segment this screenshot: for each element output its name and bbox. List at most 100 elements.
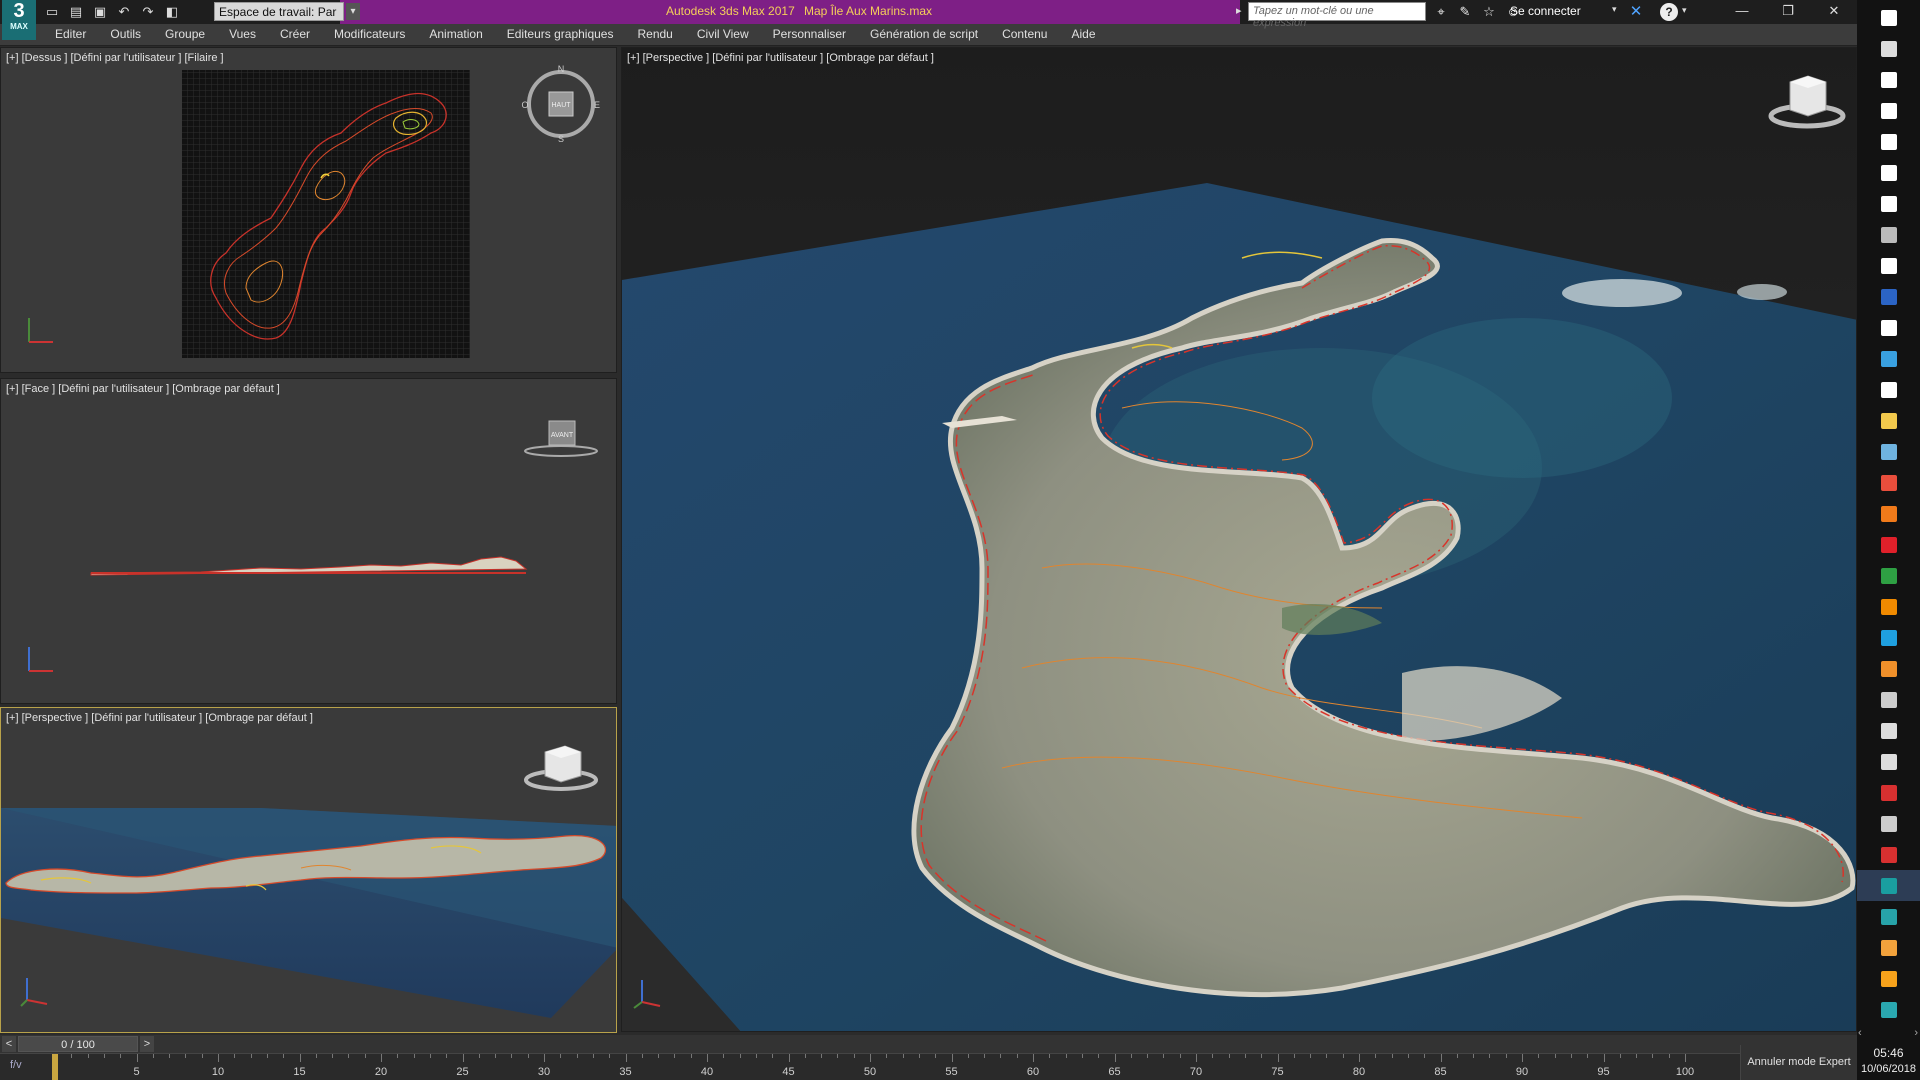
viewport-perspective-small[interactable]: [+] [Perspective ] [Défini par l'utilisa… — [0, 707, 617, 1033]
signin-button[interactable]: Se connecter — [1510, 4, 1581, 18]
menu-item-editer[interactable]: Editer — [55, 27, 86, 41]
taskbar-app[interactable] — [1857, 591, 1920, 622]
track-filter-icon[interactable]: f/v — [10, 1059, 22, 1071]
taskbar-app[interactable] — [1857, 498, 1920, 529]
taskbar-app[interactable] — [1857, 901, 1920, 932]
playhead[interactable] — [52, 1054, 58, 1080]
taskbar-app[interactable] — [1857, 219, 1920, 250]
taskbar-app[interactable] — [1857, 33, 1920, 64]
menu-item-rendu[interactable]: Rendu — [637, 27, 672, 41]
communication-icon[interactable]: ✎ — [1456, 2, 1474, 22]
redo-icon[interactable]: ↷ — [138, 2, 158, 22]
binoculars-icon[interactable]: ⌖ — [1432, 2, 1450, 22]
workspace-select[interactable]: Espace de travail: Par — [214, 2, 344, 21]
taskbar-app[interactable] — [1857, 343, 1920, 374]
taskbar-app[interactable] — [1857, 188, 1920, 219]
scroll-left-icon[interactable]: ‹ — [1858, 1027, 1862, 1043]
viewport-label[interactable]: [+] [Perspective ] [Défini par l'utilisa… — [627, 52, 934, 64]
undo-icon[interactable]: ↶ — [114, 2, 134, 22]
track-bar[interactable]: f/v 051015202530354045505560657075808590… — [0, 1053, 1740, 1080]
track-tick — [1228, 1054, 1230, 1058]
app-menu-button[interactable]: 3 MAX — [2, 0, 36, 40]
taskbar-app[interactable] — [1857, 963, 1920, 994]
taskbar-app[interactable] — [1857, 529, 1920, 560]
taskbar-app[interactable] — [1857, 870, 1920, 901]
time-next-button[interactable]: > — [140, 1036, 154, 1052]
workspace-dropdown-icon[interactable]: ▾ — [346, 3, 360, 20]
track-tick — [1196, 1054, 1197, 1062]
open-file-icon[interactable]: ▤ — [66, 2, 86, 22]
viewport-label[interactable]: [+] [Perspective ] [Défini par l'utilisa… — [6, 712, 313, 724]
viewport-label[interactable]: [+] [Dessus ] [Défini par l'utilisateur … — [6, 52, 224, 64]
taskbar-app[interactable] — [1857, 312, 1920, 343]
taskbar-app[interactable] — [1857, 281, 1920, 312]
track-tick — [609, 1054, 611, 1058]
taskbar-app[interactable] — [1857, 684, 1920, 715]
help-icon[interactable]: ? — [1660, 3, 1678, 21]
search-expand-icon[interactable]: ▸ — [1236, 4, 1242, 17]
taskbar-scroll[interactable]: ‹ › — [1858, 1027, 1918, 1043]
minimize-icon[interactable]: — — [1719, 0, 1765, 24]
close-icon[interactable]: ✕ — [1811, 0, 1857, 24]
front-viewcube-icon[interactable]: AVANT — [521, 417, 601, 467]
taskbar-app[interactable] — [1857, 95, 1920, 126]
menu-item-civil-view[interactable]: Civil View — [697, 27, 749, 41]
taskbar-app[interactable] — [1857, 126, 1920, 157]
taskbar-app[interactable] — [1857, 715, 1920, 746]
cancel-expert-mode-button[interactable]: Annuler mode Expert — [1740, 1045, 1857, 1080]
menu-item-modificateurs[interactable]: Modificateurs — [334, 27, 405, 41]
taskbar-app[interactable] — [1857, 622, 1920, 653]
track-ruler[interactable]: 0510152025303540455055606570758085909510… — [52, 1054, 1735, 1080]
taskbar-app[interactable] — [1857, 746, 1920, 777]
signin-dropdown-icon[interactable]: ▾ — [1612, 4, 1617, 15]
time-slider[interactable]: 0 / 100 — [18, 1036, 138, 1052]
menu-item-g-n-ration-de-script[interactable]: Génération de script — [870, 27, 978, 41]
taskbar-app[interactable] — [1857, 2, 1920, 33]
time-prev-button[interactable]: < — [2, 1036, 16, 1052]
save-icon[interactable]: ▣ — [90, 2, 110, 22]
taskbar-app[interactable] — [1857, 932, 1920, 963]
favorites-icon[interactable]: ☆ — [1480, 2, 1498, 22]
taskbar-app[interactable] — [1857, 405, 1920, 436]
search-input[interactable]: Tapez un mot-clé ou une expression — [1248, 2, 1426, 29]
menu-item-animation[interactable]: Animation — [429, 27, 482, 41]
taskbar-app[interactable] — [1857, 157, 1920, 188]
scroll-right-icon[interactable]: › — [1914, 1027, 1918, 1043]
taskbar-app[interactable] — [1857, 467, 1920, 498]
taskbar-app[interactable] — [1857, 777, 1920, 808]
project-icon[interactable]: ◧ — [162, 2, 182, 22]
menu-item-personnaliser[interactable]: Personnaliser — [773, 27, 846, 41]
track-tick — [1473, 1054, 1475, 1058]
track-tick — [71, 1054, 73, 1058]
viewport-label[interactable]: [+] [Face ] [Défini par l'utilisateur ] … — [6, 383, 280, 395]
taskbar-app[interactable] — [1857, 994, 1920, 1025]
taskbar-app[interactable] — [1857, 64, 1920, 95]
taskbar-app[interactable] — [1857, 436, 1920, 467]
exchange-apps-icon[interactable]: ✕ — [1626, 2, 1646, 22]
top-viewcube-compass[interactable]: HAUT N S E O — [521, 64, 601, 144]
restore-icon[interactable]: ❐ — [1765, 0, 1811, 24]
viewport-perspective-main[interactable]: [+] [Perspective ] [Défini par l'utilisa… — [621, 47, 1857, 1032]
menu-item-groupe[interactable]: Groupe — [165, 27, 205, 41]
new-file-icon[interactable]: ▭ — [42, 2, 62, 22]
menu-item-contenu[interactable]: Contenu — [1002, 27, 1047, 41]
taskbar-app[interactable] — [1857, 250, 1920, 281]
menu-item-vues[interactable]: Vues — [229, 27, 256, 41]
clock[interactable]: 05:46 — [1857, 1046, 1920, 1060]
menu-item-cr-er[interactable]: Créer — [280, 27, 310, 41]
menu-item-editeurs-graphiques[interactable]: Editeurs graphiques — [507, 27, 614, 41]
taskbar-app[interactable] — [1857, 653, 1920, 684]
menu-item-outils[interactable]: Outils — [110, 27, 141, 41]
date[interactable]: 10/06/2018 — [1857, 1063, 1920, 1075]
perspective-viewcube-icon[interactable] — [523, 738, 603, 798]
viewport-front[interactable]: [+] [Face ] [Défini par l'utilisateur ] … — [0, 378, 617, 704]
taskbar-app[interactable] — [1857, 560, 1920, 591]
taskbar-app[interactable] — [1857, 374, 1920, 405]
app-logo-text: MAX — [10, 22, 28, 31]
taskbar-app[interactable] — [1857, 808, 1920, 839]
main-viewcube-icon[interactable] — [1762, 66, 1852, 136]
menu-item-aide[interactable]: Aide — [1071, 27, 1095, 41]
taskbar-app[interactable] — [1857, 839, 1920, 870]
help-dropdown-icon[interactable]: ▾ — [1682, 5, 1687, 16]
viewport-top[interactable]: [+] [Dessus ] [Défini par l'utilisateur … — [0, 47, 617, 373]
